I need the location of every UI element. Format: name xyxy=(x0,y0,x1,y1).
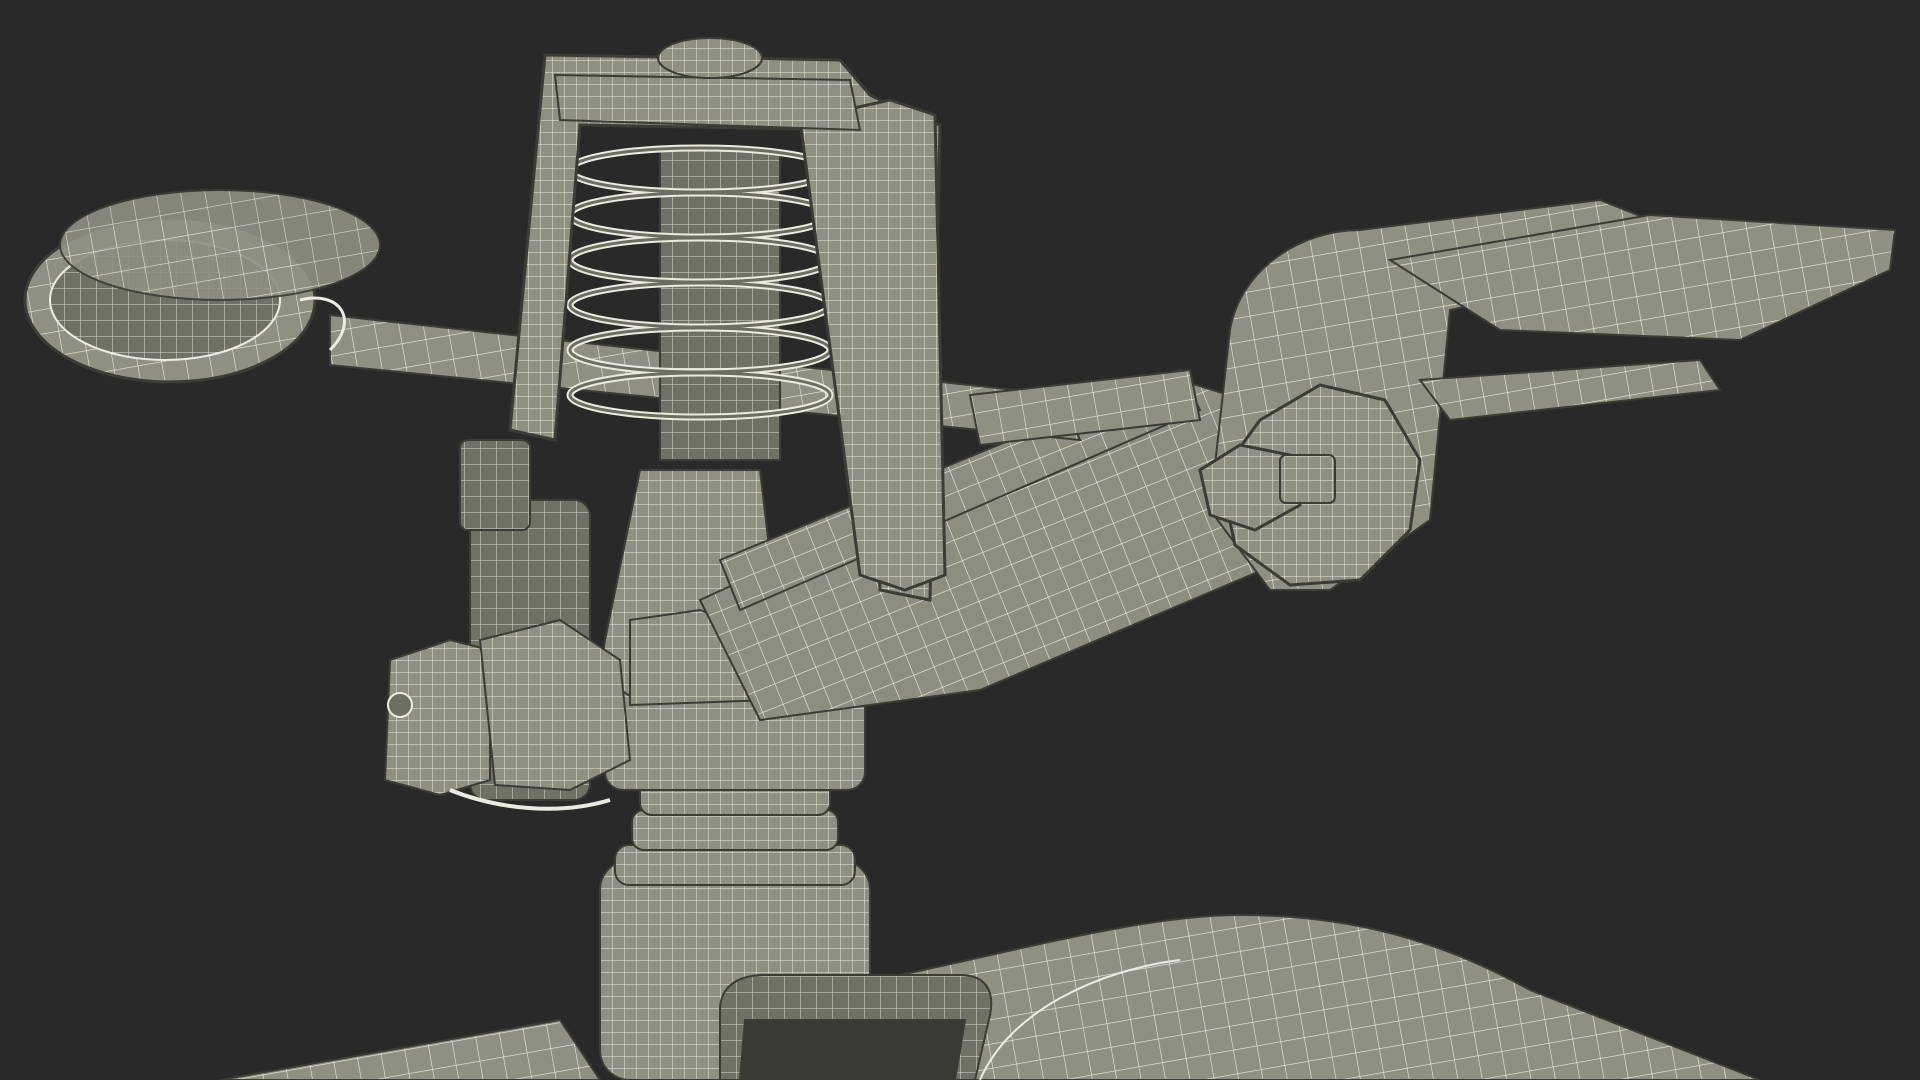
sprinkler-wireframe-render xyxy=(23,37,1897,1080)
trip-latch xyxy=(383,618,632,811)
deflector-plate xyxy=(1198,198,1897,591)
spring-coil xyxy=(566,144,834,461)
threaded-neck xyxy=(599,774,993,1080)
